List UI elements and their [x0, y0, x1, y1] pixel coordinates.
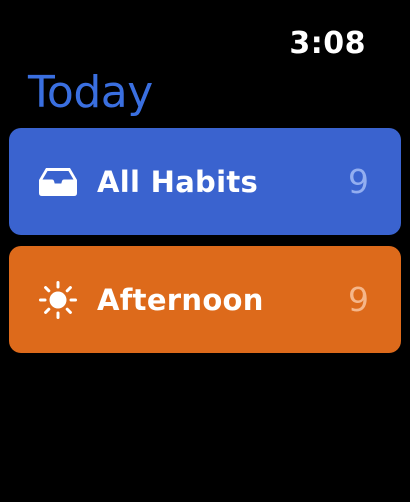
afternoon-card[interactable]: Afternoon 9	[9, 246, 401, 353]
all-habits-label: All Habits	[97, 164, 259, 199]
sun-icon	[37, 279, 79, 321]
all-habits-count: 9	[348, 161, 369, 201]
habit-group-list: All Habits 9 Afternoon 9	[9, 128, 401, 364]
afternoon-count: 9	[348, 279, 369, 319]
inbox-tray-icon	[37, 161, 79, 203]
page-title: Today	[28, 67, 153, 118]
status-time: 3:08	[289, 26, 366, 61]
afternoon-label: Afternoon	[97, 282, 264, 317]
all-habits-card[interactable]: All Habits 9	[9, 128, 401, 235]
